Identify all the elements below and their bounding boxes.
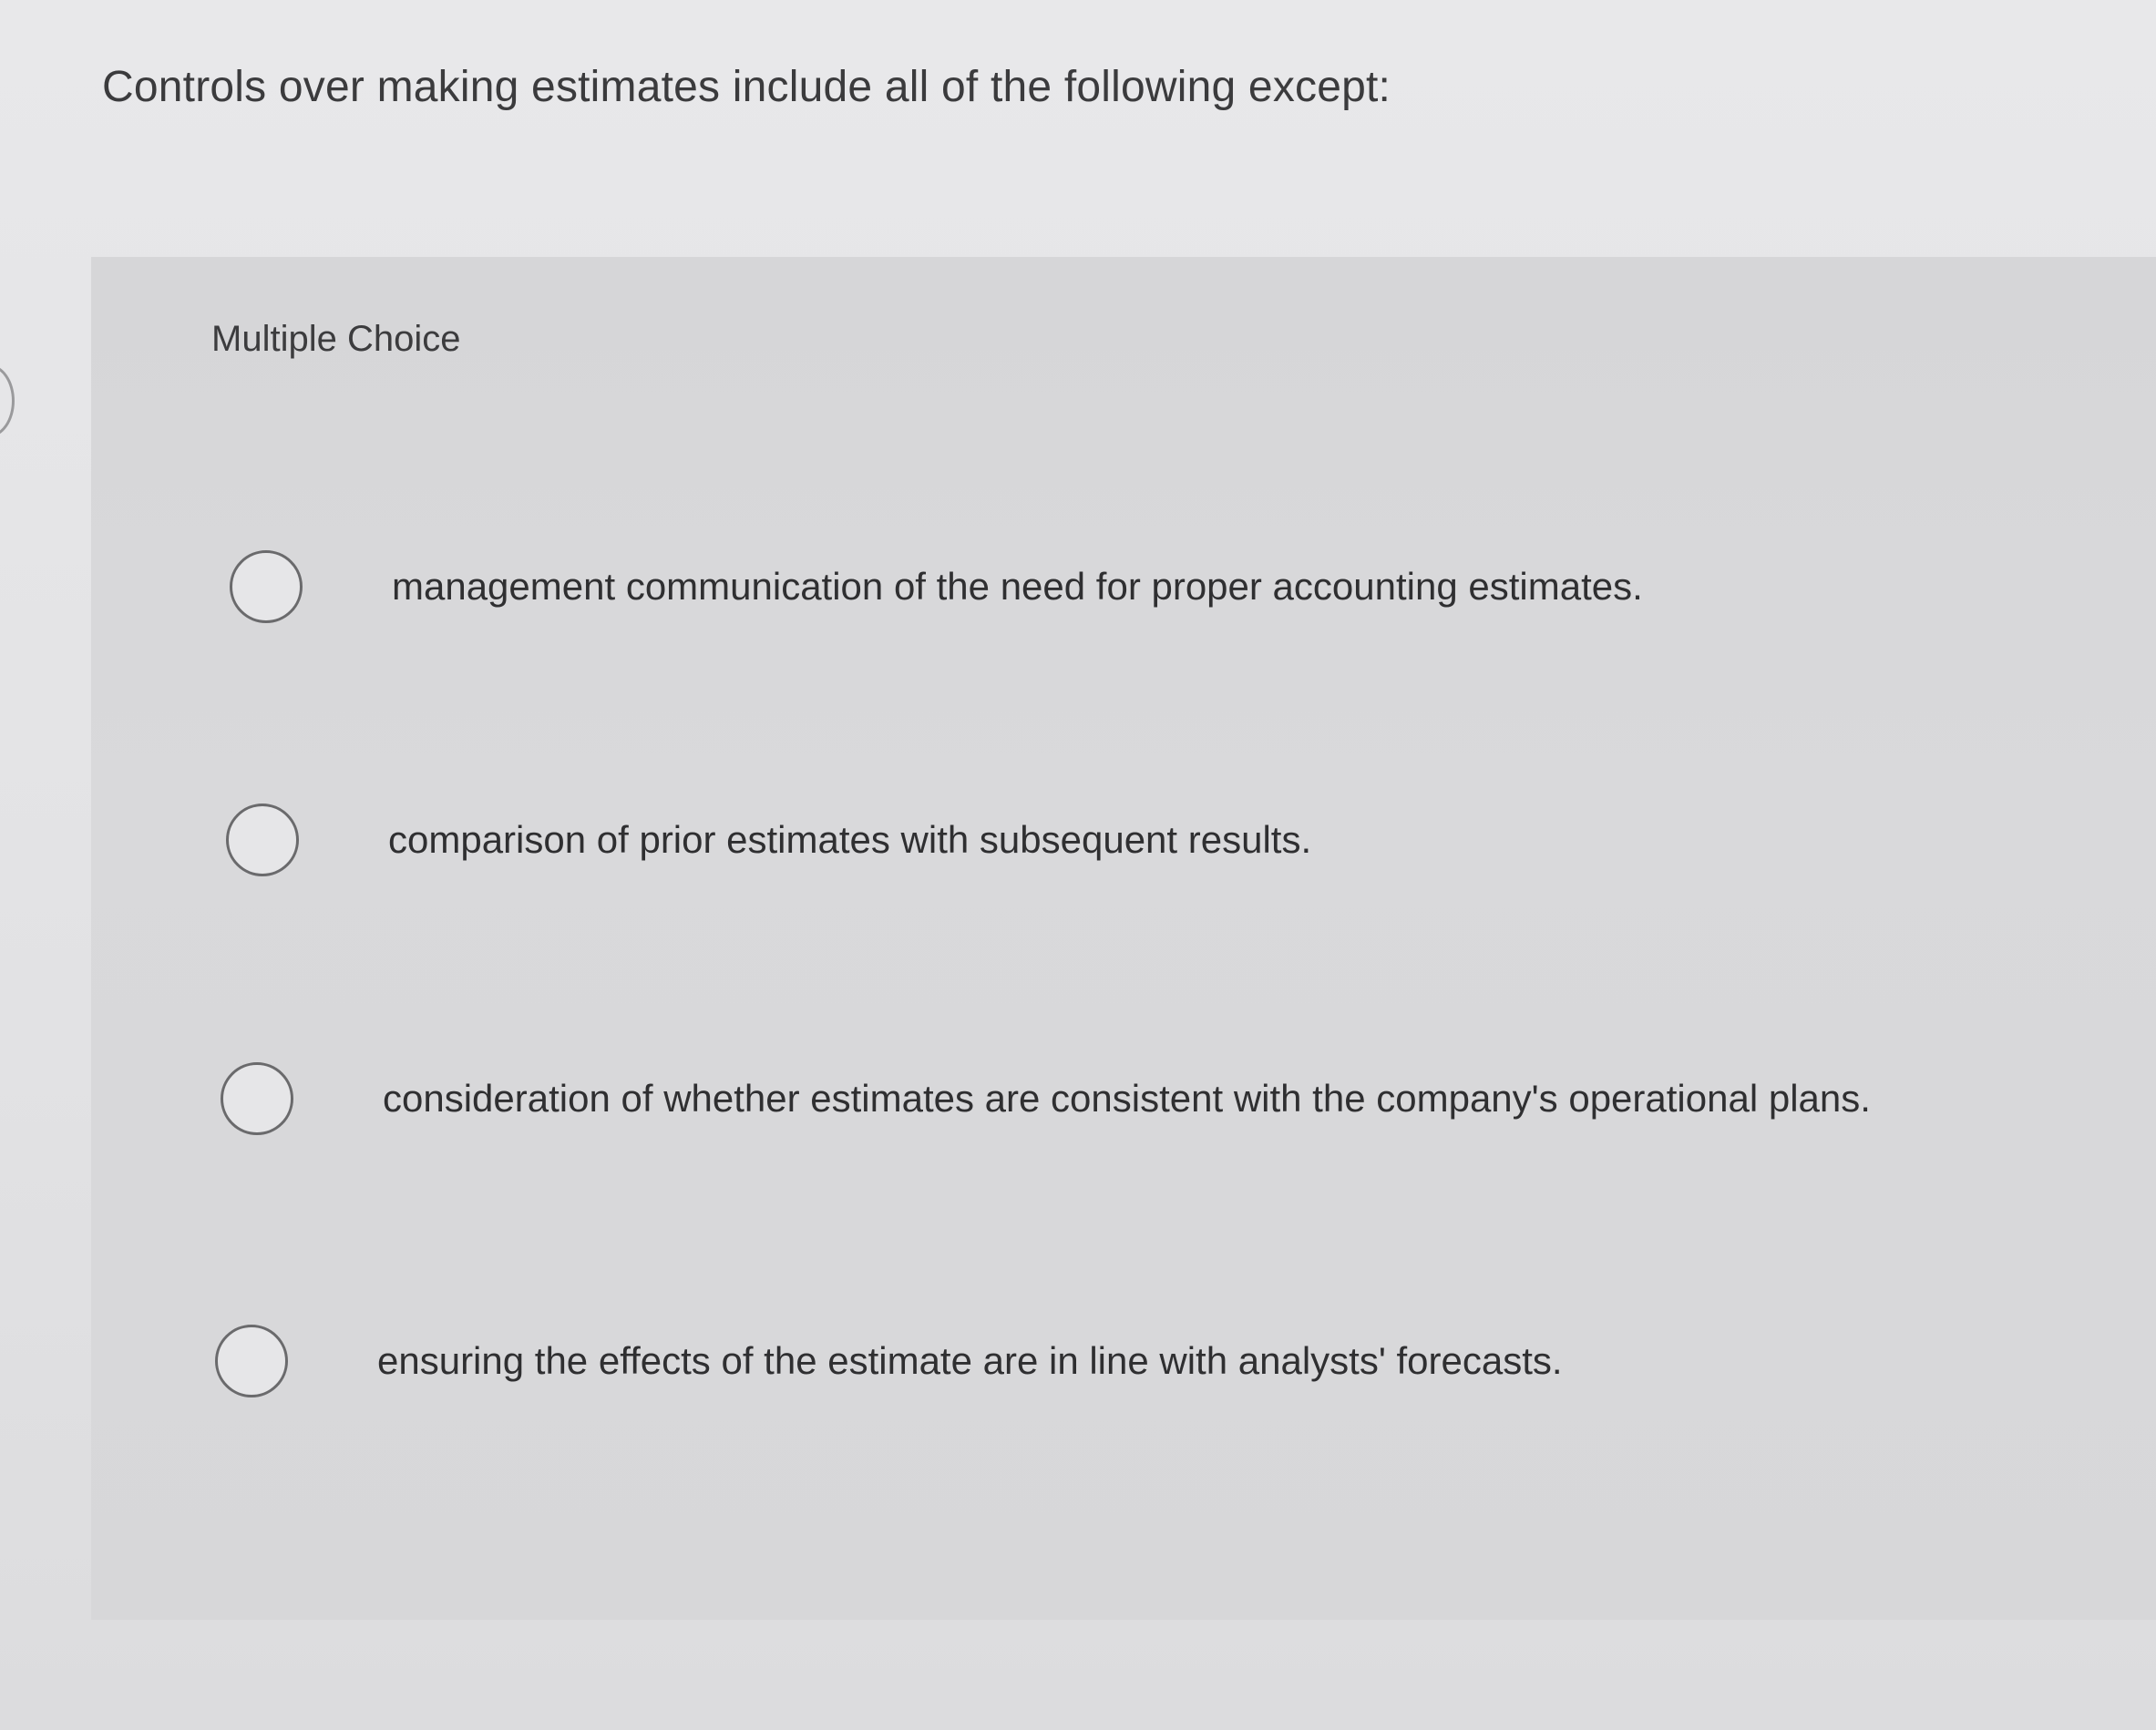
answer-option-4[interactable]: ensuring the effects of the estimate are… [215, 1325, 1563, 1397]
radio-button[interactable] [215, 1325, 288, 1397]
page: Controls over making estimates include a… [0, 0, 2156, 1730]
side-tab-edge[interactable] [0, 364, 15, 437]
answer-option-2[interactable]: comparison of prior estimates with subse… [226, 804, 1311, 876]
question-stem: Controls over making estimates include a… [102, 63, 1391, 111]
multiple-choice-panel: Multiple Choice management communication… [91, 257, 2156, 1620]
answer-option-text[interactable]: ensuring the effects of the estimate are… [377, 1339, 1563, 1383]
radio-button[interactable] [221, 1062, 293, 1135]
question-type-label: Multiple Choice [211, 319, 461, 359]
answer-option-3[interactable]: consideration of whether estimates are c… [221, 1062, 1871, 1135]
radio-button[interactable] [230, 550, 303, 623]
answer-option-text[interactable]: management communication of the need for… [392, 565, 1643, 609]
answer-option-text[interactable]: comparison of prior estimates with subse… [388, 818, 1311, 862]
answer-option-text[interactable]: consideration of whether estimates are c… [383, 1077, 1871, 1121]
answer-option-1[interactable]: management communication of the need for… [230, 550, 1643, 623]
radio-button[interactable] [226, 804, 299, 876]
